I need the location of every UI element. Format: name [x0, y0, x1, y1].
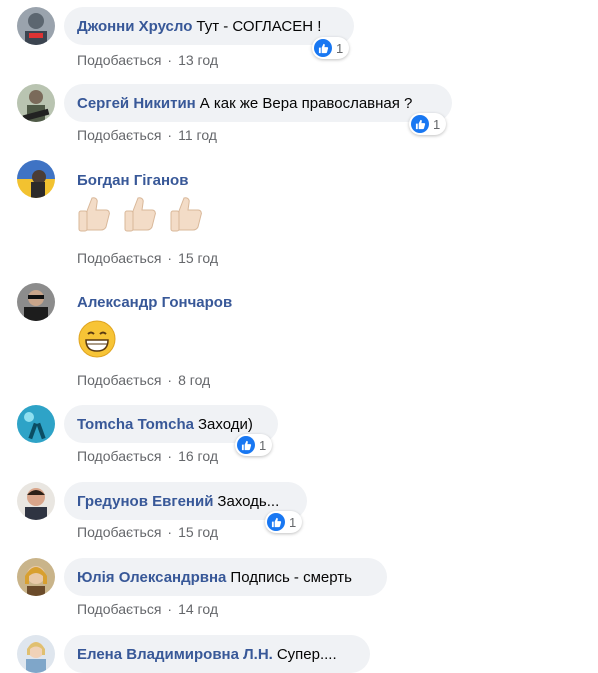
comment-text: Подпись - смерть: [230, 568, 352, 586]
comment-author[interactable]: Александр Гончаров: [77, 294, 232, 311]
like-link[interactable]: Подобається: [77, 127, 161, 143]
separator-dot: ·: [167, 127, 173, 143]
avatar[interactable]: [17, 635, 55, 673]
reaction-count[interactable]: 1: [235, 434, 273, 456]
reaction-count-number: 1: [289, 514, 297, 530]
comment-author[interactable]: Гредунов Евгений: [77, 493, 213, 510]
comment-actions: Подобається · 13 год: [77, 52, 218, 68]
separator-dot: ·: [167, 52, 173, 68]
comments-feed: Джонни Хрусло Тут - СОГЛАСЕН ! 1 Подобає…: [0, 0, 598, 673]
comment-time[interactable]: 8 год: [178, 372, 210, 388]
comment-text: Тут - СОГЛАСЕН !: [196, 17, 322, 35]
comment-time[interactable]: 16 год: [178, 448, 218, 464]
avatar[interactable]: [17, 84, 55, 122]
like-reaction-icon: [267, 513, 285, 531]
avatar[interactable]: [17, 7, 55, 45]
comment-time[interactable]: 15 год: [178, 524, 218, 540]
comment-actions: Подобається · 15 год: [77, 250, 218, 266]
separator-dot: ·: [167, 250, 173, 266]
like-reaction-icon: [314, 39, 332, 57]
comment-bubble: Елена Владимировна Л.Н. Супер....: [64, 635, 370, 673]
thumbs-up-emoji-icon: [77, 195, 113, 233]
comment-bubble: Сергей Никитин А как же Вера православна…: [64, 84, 452, 122]
like-link[interactable]: Подобається: [77, 601, 161, 617]
comment-author[interactable]: Богдан Гіганов: [77, 172, 188, 189]
like-link[interactable]: Подобається: [77, 52, 161, 68]
like-reaction-icon: [237, 436, 255, 454]
comment-actions: Подобається · 15 год: [77, 524, 218, 540]
comment-actions: Подобається · 16 год: [77, 448, 218, 464]
comment-time[interactable]: 11 год: [178, 127, 217, 143]
separator-dot: ·: [167, 524, 173, 540]
comment-author[interactable]: Сергей Никитин: [77, 95, 196, 112]
separator-dot: ·: [167, 601, 173, 617]
comment-time[interactable]: 13 год: [178, 52, 218, 68]
avatar[interactable]: [17, 482, 55, 520]
separator-dot: ·: [167, 372, 173, 388]
avatar[interactable]: [17, 283, 55, 321]
comment-text: Заходи): [197, 415, 253, 433]
avatar[interactable]: [17, 405, 55, 443]
reaction-count-number: 1: [433, 116, 441, 132]
comment-actions: Подобається · 8 год: [77, 372, 210, 388]
emoji-row: [77, 319, 117, 359]
comment-text: Супер....: [276, 645, 337, 663]
like-link[interactable]: Подобається: [77, 372, 161, 388]
reaction-count[interactable]: 1: [312, 37, 350, 59]
like-link[interactable]: Подобається: [77, 524, 161, 540]
thumbs-up-emoji-icon: [123, 195, 159, 233]
like-link[interactable]: Подобається: [77, 448, 161, 464]
comment-text: Заходь...: [217, 492, 280, 510]
reaction-count-number: 1: [259, 437, 267, 453]
separator-dot: ·: [167, 448, 173, 464]
like-reaction-icon: [411, 115, 429, 133]
comment-time[interactable]: 14 год: [178, 601, 218, 617]
reaction-count[interactable]: 1: [265, 511, 303, 533]
comment-actions: Подобається · 14 год: [77, 601, 218, 617]
avatar[interactable]: [17, 558, 55, 596]
comment-bubble: Юлія Олександрвна Подпись - смерть: [64, 558, 387, 596]
comment-actions: Подобається · 11 год: [77, 127, 217, 143]
like-link[interactable]: Подобається: [77, 250, 161, 266]
reaction-count-number: 1: [336, 40, 344, 56]
emoji-row: [77, 195, 205, 233]
comment-author[interactable]: Джонни Хрусло: [77, 18, 192, 35]
grinning-face-emoji-icon: [77, 319, 117, 359]
comment-bubble: Джонни Хрусло Тут - СОГЛАСЕН !: [64, 7, 354, 45]
comment-author[interactable]: Елена Владимировна Л.Н.: [77, 646, 273, 663]
avatar[interactable]: [17, 160, 55, 198]
thumbs-up-emoji-icon: [169, 195, 205, 233]
comment-time[interactable]: 15 год: [178, 250, 218, 266]
comment-author[interactable]: Юлія Олександрвна: [77, 569, 226, 586]
comment-author[interactable]: Tomcha Tomcha: [77, 416, 194, 433]
reaction-count[interactable]: 1: [409, 113, 447, 135]
comment-text: А как же Вера православная ?: [199, 94, 413, 112]
